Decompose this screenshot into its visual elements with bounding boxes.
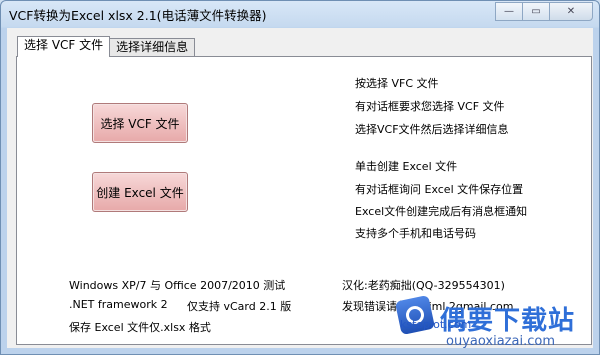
instruction-line-1: 按选择 VFC 文件 [355,77,439,90]
tab-strip: 选择 VCF 文件 选择详细信息 [17,36,196,57]
minimize-button[interactable]: — [495,2,523,21]
instruction-line-5: 有对话框询问 Excel 文件保存位置 [355,183,524,196]
select-vcf-button[interactable]: 选择 VCF 文件 [92,103,188,143]
maximize-button[interactable]: ▭ [522,2,550,21]
save-format-text: 保存 Excel 文件仅.xlsx 格式 [69,321,211,334]
framework-text: .NET framework 2 [69,298,168,311]
instruction-line-3: 选择VCF文件然后选择详细信息 [355,123,509,136]
instruction-line-4: 单击创建 Excel 文件 [355,160,458,173]
create-excel-button[interactable]: 创建 Excel 文件 [92,172,188,212]
vcard-text: 仅支持 vCard 2.1 版 [187,300,292,313]
translator-text: 汉化:老药痴拙(QQ-329554301) [342,279,505,292]
watermark-subtitle: ouyaoxiazai.com [446,334,555,349]
compat-text: Windows XP/7 与 Office 2007/2010 测试 [69,279,286,292]
watermark-url: kstoplot.com [400,318,472,331]
window-title: VCF转换为Excel xlsx 2.1(电话薄文件转换器) [9,8,267,23]
close-button[interactable]: ✕ [549,2,593,21]
instruction-line-6: Excel文件创建完成后有消息框通知 [355,205,528,218]
instruction-line-2: 有对话框要求您选择 VCF 文件 [355,100,505,113]
title-bar[interactable]: VCF转换为Excel xlsx 2.1(电话薄文件转换器) — ▭ ✕ [1,1,599,27]
instruction-line-7: 支持多个手机和电话号码 [355,227,476,240]
tab-select-details[interactable]: 选择详细信息 [109,38,196,56]
window-controls: — ▭ ✕ [495,2,593,21]
tab-select-vcf[interactable]: 选择 VCF 文件 [17,36,111,57]
